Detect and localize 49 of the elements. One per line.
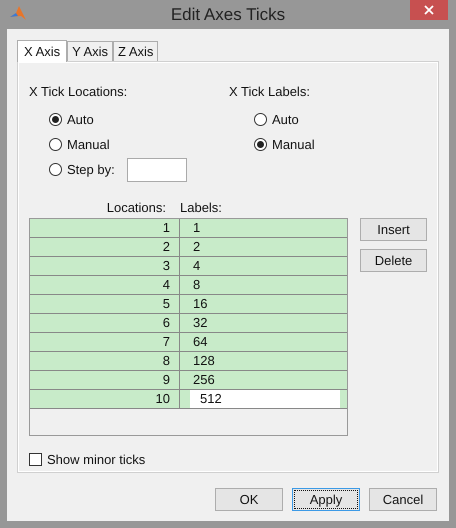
table-cell[interactable]: 1 (30, 219, 180, 237)
table-cell[interactable]: 4 (180, 257, 347, 275)
section-heading: X Tick Locations: (29, 83, 128, 101)
radio-label: Auto (67, 110, 94, 129)
radio-button[interactable] (254, 138, 267, 151)
table-cell[interactable]: 2 (180, 238, 347, 256)
radio-label: Step by: (67, 160, 115, 179)
table-cell[interactable]: 16 (180, 295, 347, 313)
table-cell[interactable]: 32 (180, 314, 347, 332)
radio-label: Auto (272, 110, 299, 129)
window-title: Edit Axes Ticks (170, 4, 286, 26)
tab[interactable]: X Axis (17, 40, 68, 62)
dialog-button[interactable]: Cancel (369, 488, 437, 511)
table-cell[interactable]: 9 (30, 371, 180, 389)
table-cell[interactable]: 256 (180, 371, 347, 389)
radio-button[interactable] (49, 163, 62, 176)
table-cell[interactable]: 2 (30, 238, 180, 256)
close-button[interactable] (410, 0, 448, 20)
step-input[interactable] (126, 158, 187, 182)
dialog-button[interactable]: OK (215, 488, 283, 511)
table-action-button[interactable]: Insert (360, 218, 427, 241)
table-cell[interactable]: 1 (180, 219, 347, 237)
column-header: Locations: (106, 198, 167, 216)
table-cell[interactable]: 6 (30, 314, 180, 332)
radio-button[interactable] (49, 138, 62, 151)
checkbox-label: Show minor ticks (47, 451, 146, 469)
table-cell[interactable]: 4 (30, 276, 180, 294)
section-heading: X Tick Labels: (229, 83, 311, 101)
table-cell[interactable]: 3 (30, 257, 180, 275)
radio-button[interactable] (254, 113, 267, 126)
table-action-button[interactable]: Delete (360, 249, 427, 272)
column-header: Labels: (179, 198, 222, 216)
table-cell[interactable]: 7 (30, 333, 180, 351)
table-cell[interactable]: 64 (180, 333, 347, 351)
table-cell[interactable]: 128 (180, 352, 347, 370)
table-cell[interactable]: 10 (30, 390, 180, 408)
radio-button[interactable] (49, 113, 62, 126)
app-logo-icon (9, 5, 27, 21)
tab[interactable]: Z Axis (113, 41, 158, 61)
radio-label: Manual (67, 136, 110, 154)
radio-label: Manual (272, 136, 315, 154)
table-cell[interactable]: 8 (180, 276, 347, 294)
table-cell[interactable]: 5 (30, 295, 180, 313)
table-cell[interactable]: 512 (190, 390, 340, 408)
tab[interactable]: Y Axis (67, 41, 114, 61)
close-icon (424, 5, 434, 15)
checkbox[interactable] (29, 453, 42, 466)
table-cell[interactable]: 8 (30, 352, 180, 370)
dialog-button[interactable]: Apply (292, 488, 360, 511)
